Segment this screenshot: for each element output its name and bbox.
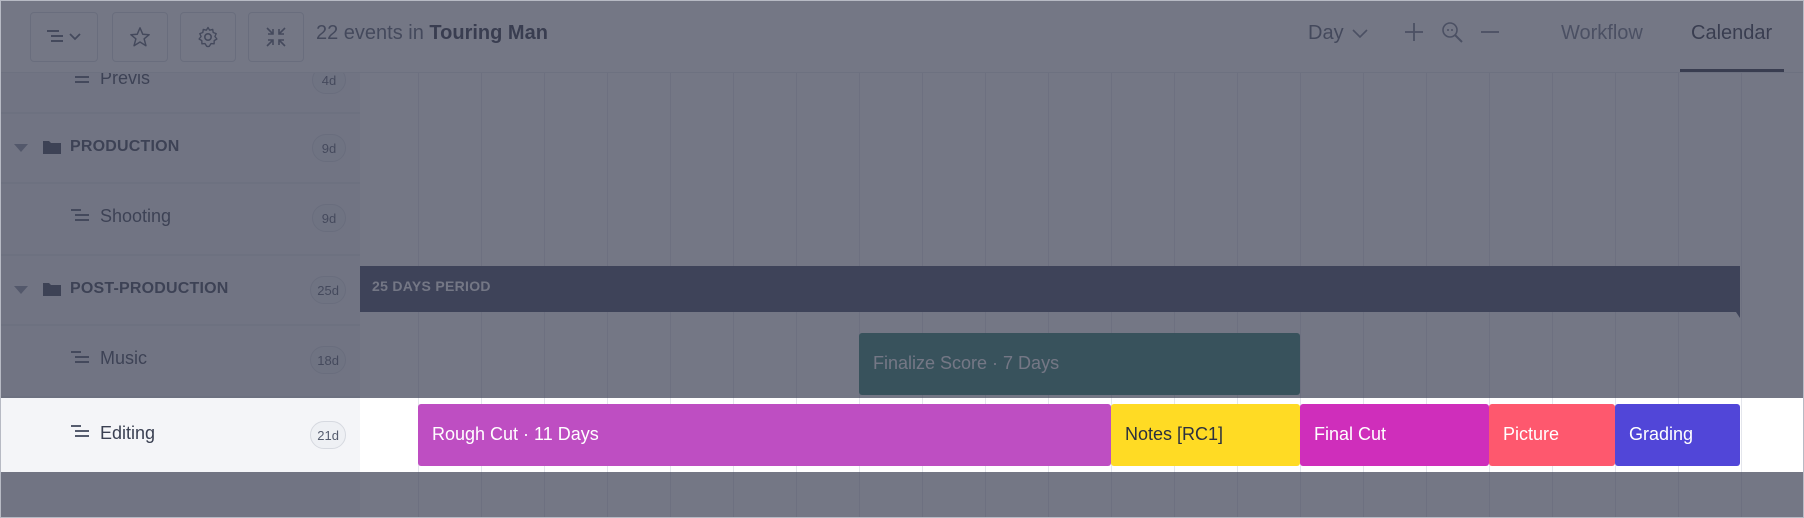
active-tab-indicator (1680, 69, 1784, 72)
event-grading[interactable]: Grading (1615, 404, 1740, 466)
toolbar: 22 events in Touring Man Day Workflow Ca… (0, 0, 1804, 73)
list-dropdown-icon (45, 27, 83, 47)
tab-calendar[interactable]: Calendar (1691, 22, 1772, 45)
event-rough-cut[interactable]: Rough Cut · 11 Days (418, 404, 1111, 466)
duration-badge: 9d (312, 204, 346, 232)
event-label: Grading (1629, 424, 1694, 444)
folder-icon (42, 280, 62, 303)
row-production[interactable]: PRODUCTION 9d (0, 114, 360, 184)
duration-badge: 21d (310, 421, 346, 449)
duration-badge: 9d (312, 134, 346, 162)
zoom-out-button[interactable] (1476, 20, 1504, 48)
gear-icon (196, 25, 220, 49)
event-label: Rough Cut · 11 Days (432, 424, 599, 444)
zoom-icon (1440, 20, 1464, 49)
plus-icon (1404, 22, 1424, 47)
day-gridline (1741, 72, 1742, 518)
row-shooting[interactable]: Shooting 9d (0, 184, 360, 256)
events-count: 22 events in (316, 22, 430, 44)
period-label: 25 DAYS PERIOD (372, 278, 491, 294)
row-label: Shooting (100, 206, 172, 226)
event-label: Final Cut (1314, 424, 1387, 444)
event-picture[interactable]: Picture (1489, 404, 1615, 466)
collapse-all-button[interactable] (248, 12, 304, 62)
expand-toggle-icon[interactable] (14, 144, 28, 152)
row-label: POST-PRODUCTION (70, 280, 229, 297)
favorite-button[interactable] (112, 12, 168, 62)
row-music[interactable]: Music 18d (0, 326, 360, 398)
period-bar[interactable]: 25 DAYS PERIOD (360, 266, 1740, 312)
tab-workflow[interactable]: Workflow (1561, 22, 1643, 45)
settings-button[interactable] (180, 12, 236, 62)
zoom-fit-button[interactable] (1438, 20, 1466, 48)
zoom-in-button[interactable] (1400, 20, 1428, 48)
timeline-grid[interactable]: 25 DAYS PERIOD Finalize Score · 7 Days R… (360, 72, 1804, 518)
expand-toggle-icon[interactable] (14, 286, 28, 294)
task-icon (70, 207, 92, 230)
toolbar-title: 22 events in Touring Man (316, 22, 548, 45)
left-panel-empty-area (0, 472, 360, 518)
star-icon (129, 26, 151, 48)
zoom-level-label: Day (1308, 22, 1344, 44)
event-label: Notes [RC1] (1125, 424, 1224, 444)
row-label: Music (100, 348, 148, 368)
app-window: 22 events in Touring Man Day Workflow Ca… (0, 0, 1804, 518)
event-final-cut[interactable]: Final Cut (1300, 404, 1489, 466)
project-name: Touring Man (429, 22, 548, 44)
collapse-icon (264, 25, 288, 49)
row-editing[interactable]: Editing 21d (0, 398, 360, 472)
period-bar-end-marker (1732, 306, 1740, 318)
row-label: Editing (100, 423, 156, 443)
duration-badge: 25d (310, 276, 346, 304)
task-icon (70, 349, 92, 372)
view-menu-button[interactable] (30, 12, 98, 62)
event-label: Picture (1503, 424, 1560, 444)
minus-icon (1480, 22, 1500, 47)
folder-icon (42, 138, 62, 161)
event-label: Finalize Score · 7 Days (873, 353, 1060, 373)
event-finalize-score[interactable]: Finalize Score · 7 Days (859, 333, 1300, 395)
event-notes-rc1[interactable]: Notes [RC1] (1111, 404, 1300, 466)
task-icon (70, 423, 92, 446)
row-label: PRODUCTION (70, 138, 180, 155)
row-post-production[interactable]: POST-PRODUCTION 25d (0, 256, 360, 326)
chevron-down-icon (1352, 22, 1368, 45)
zoom-level-select[interactable]: Day (1308, 22, 1368, 45)
duration-badge: 18d (310, 346, 346, 374)
